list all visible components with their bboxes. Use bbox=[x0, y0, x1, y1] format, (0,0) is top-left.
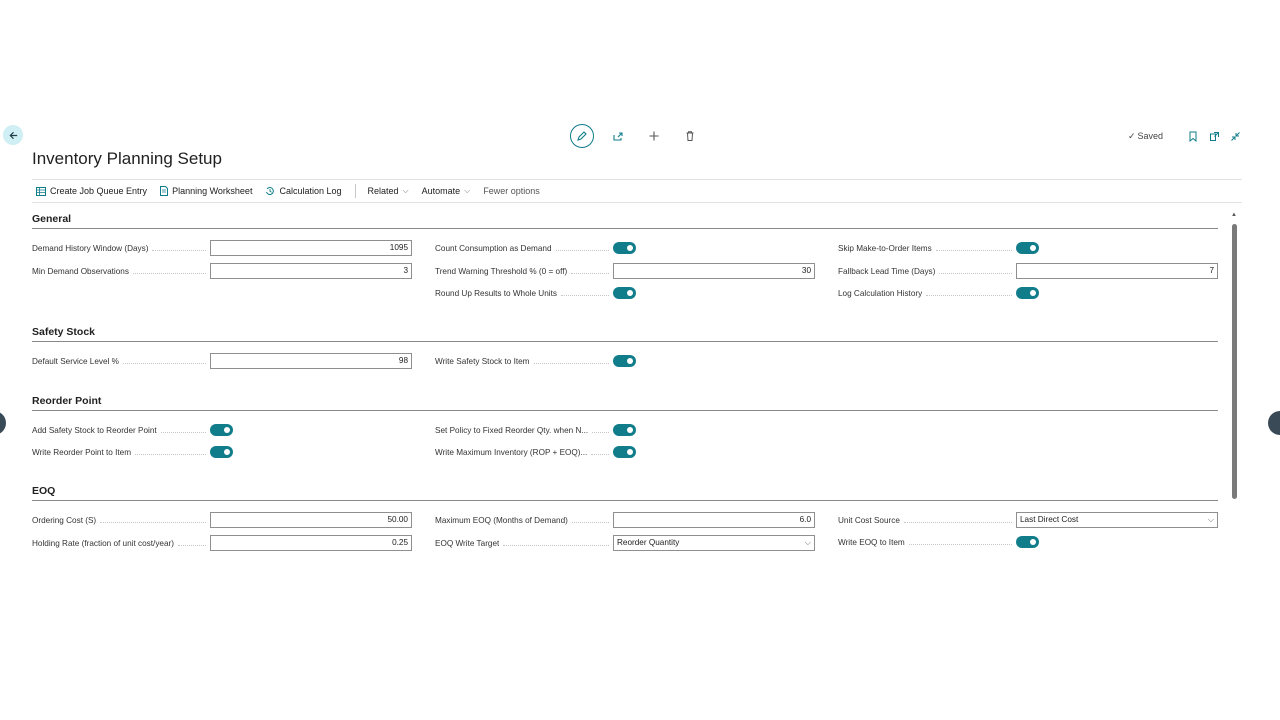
set-policy-field: Set Policy to Fixed Reorder Qty. when N.… bbox=[435, 422, 815, 438]
count-consumption-toggle[interactable] bbox=[613, 242, 636, 254]
service-level-input[interactable]: 98 bbox=[210, 353, 412, 369]
open-in-new-window-icon bbox=[1209, 131, 1219, 141]
set-policy-toggle[interactable] bbox=[613, 424, 636, 436]
section-divider bbox=[32, 341, 1218, 342]
holding-rate-field: Holding Rate (fraction of unit cost/year… bbox=[32, 535, 412, 551]
page-status-actions: ✓ Saved bbox=[1128, 128, 1248, 144]
fallback-lead-time-field: Fallback Lead Time (Days) 7 bbox=[838, 263, 1218, 279]
skip-mto-field: Skip Make-to-Order Items bbox=[838, 240, 1218, 256]
scroll-thumb[interactable] bbox=[1231, 224, 1237, 499]
write-rop-toggle[interactable] bbox=[210, 446, 233, 458]
related-menu[interactable]: Related ⌵ bbox=[368, 186, 409, 196]
edit-button[interactable] bbox=[570, 124, 594, 148]
service-level-field: Default Service Level % 98 bbox=[32, 353, 412, 369]
trend-warning-input[interactable]: 30 bbox=[613, 263, 815, 279]
document-icon bbox=[160, 186, 169, 196]
section-reorder-point-title[interactable]: Reorder Point bbox=[32, 395, 101, 407]
ordering-cost-input[interactable]: 50.00 bbox=[210, 512, 412, 528]
action-bar-divider bbox=[32, 202, 1242, 203]
collapse-icon bbox=[1230, 131, 1240, 141]
eoq-write-target-field: EOQ Write Target Reorder Quantity ⌵ bbox=[435, 535, 815, 551]
page-title: Inventory Planning Setup bbox=[32, 149, 222, 168]
write-rop-field: Write Reorder Point to Item bbox=[32, 444, 412, 460]
section-safety-stock-title[interactable]: Safety Stock bbox=[32, 326, 95, 338]
chevron-down-icon: ⌵ bbox=[1207, 515, 1214, 524]
table-icon bbox=[36, 186, 46, 196]
section-divider bbox=[32, 500, 1218, 501]
eoq-write-target-select[interactable]: Reorder Quantity ⌵ bbox=[613, 535, 815, 551]
title-divider bbox=[32, 179, 1242, 180]
ordering-cost-field: Ordering Cost (S) 50.00 bbox=[32, 512, 412, 528]
fact-box-toggle[interactable] bbox=[1268, 411, 1280, 435]
demand-history-window-field: Demand History Window (Days) 1095 bbox=[32, 240, 412, 256]
bookmark-icon bbox=[1189, 131, 1197, 142]
chevron-down-icon: ⌵ bbox=[402, 186, 409, 195]
bookmark-button[interactable] bbox=[1185, 128, 1201, 144]
checkmark-icon: ✓ bbox=[1128, 130, 1136, 141]
add-safety-stock-field: Add Safety Stock to Reorder Point bbox=[32, 422, 412, 438]
log-history-toggle[interactable] bbox=[1016, 287, 1039, 299]
create-job-queue-entry-action[interactable]: Create Job Queue Entry bbox=[36, 186, 147, 196]
open-new-window-button[interactable] bbox=[1206, 128, 1222, 144]
action-bar: Create Job Queue Entry Planning Workshee… bbox=[36, 184, 553, 198]
plus-icon bbox=[649, 131, 659, 141]
new-button[interactable] bbox=[642, 124, 666, 148]
round-up-toggle[interactable] bbox=[613, 287, 636, 299]
collapse-button[interactable] bbox=[1227, 128, 1243, 144]
chevron-down-icon: ⌵ bbox=[464, 186, 471, 195]
min-demand-observations-input[interactable]: 3 bbox=[210, 263, 412, 279]
fallback-lead-time-input[interactable]: 7 bbox=[1016, 263, 1218, 279]
skip-mto-toggle[interactable] bbox=[1016, 242, 1039, 254]
delete-icon bbox=[686, 131, 694, 141]
write-max-inventory-toggle[interactable] bbox=[613, 446, 636, 458]
count-consumption-field: Count Consumption as Demand bbox=[435, 240, 815, 256]
unit-cost-source-select[interactable]: Last Direct Cost ⌵ bbox=[1016, 512, 1218, 528]
trend-warning-field: Trend Warning Threshold % (0 = off) 30 bbox=[435, 263, 815, 279]
round-up-field: Round Up Results to Whole Units bbox=[435, 285, 815, 301]
history-icon bbox=[266, 187, 275, 196]
chevron-down-icon: ⌵ bbox=[804, 538, 811, 547]
write-max-inventory-field: Write Maximum Inventory (ROP + EOQ)... bbox=[435, 444, 815, 460]
planning-worksheet-action[interactable]: Planning Worksheet bbox=[160, 186, 252, 196]
page-actions bbox=[570, 124, 714, 148]
delete-button[interactable] bbox=[678, 124, 702, 148]
share-button[interactable] bbox=[606, 124, 630, 148]
holding-rate-input[interactable]: 0.25 bbox=[210, 535, 412, 551]
demand-history-window-input[interactable]: 1095 bbox=[210, 240, 412, 256]
form-content: General Demand History Window (Days) 109… bbox=[32, 205, 1218, 595]
saved-status: ✓ Saved bbox=[1128, 130, 1164, 142]
section-divider bbox=[32, 228, 1218, 229]
min-demand-observations-field: Min Demand Observations 3 bbox=[32, 263, 412, 279]
arrow-left-icon bbox=[8, 131, 17, 139]
scroll-up-icon[interactable]: ▲ bbox=[1230, 212, 1238, 218]
log-history-field: Log Calculation History bbox=[838, 285, 1218, 301]
left-pane-toggle[interactable] bbox=[0, 411, 6, 435]
max-eoq-input[interactable]: 6.0 bbox=[613, 512, 815, 528]
section-eoq-title[interactable]: EOQ bbox=[32, 485, 55, 497]
action-separator bbox=[354, 184, 356, 198]
section-general-title[interactable]: General bbox=[32, 213, 71, 225]
unit-cost-source-field: Unit Cost Source Last Direct Cost ⌵ bbox=[838, 512, 1218, 528]
add-safety-stock-toggle[interactable] bbox=[210, 424, 233, 436]
max-eoq-field: Maximum EOQ (Months of Demand) 6.0 bbox=[435, 512, 815, 528]
vertical-scrollbar[interactable]: ▲ bbox=[1230, 212, 1238, 596]
write-eoq-field: Write EOQ to Item bbox=[838, 534, 1218, 550]
write-safety-stock-field: Write Safety Stock to Item bbox=[435, 353, 815, 369]
write-eoq-toggle[interactable] bbox=[1016, 536, 1039, 548]
fewer-options-button[interactable]: Fewer options bbox=[483, 186, 540, 196]
calculation-log-action[interactable]: Calculation Log bbox=[265, 186, 342, 196]
share-icon bbox=[613, 132, 623, 141]
section-divider bbox=[32, 410, 1218, 411]
automate-menu[interactable]: Automate ⌵ bbox=[422, 186, 471, 196]
back-button[interactable] bbox=[3, 125, 23, 145]
edit-icon bbox=[577, 131, 587, 141]
write-safety-stock-toggle[interactable] bbox=[613, 355, 636, 367]
